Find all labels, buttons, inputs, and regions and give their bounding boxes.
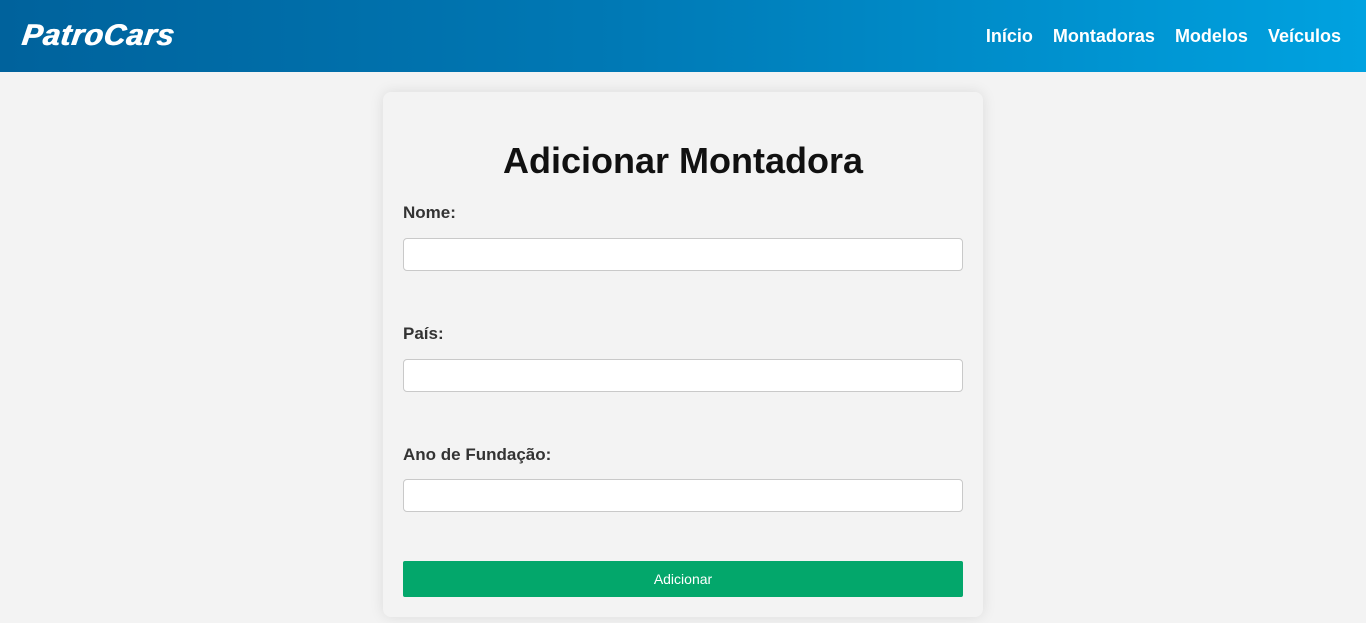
nav-link-modelos[interactable]: Modelos <box>1175 26 1248 47</box>
nome-label: Nome: <box>403 203 456 222</box>
page-title: Adicionar Montadora <box>502 140 864 181</box>
ano-fundacao-label: Ano de Fundação: <box>403 445 552 464</box>
ano-fundacao-input[interactable] <box>403 479 963 512</box>
add-montadora-card: Adicionar Montadora Nome: País: Ano de F… <box>383 92 983 617</box>
pais-label: País: <box>403 324 444 343</box>
nome-input[interactable] <box>403 238 963 271</box>
brand-logo[interactable]: PatroCars <box>20 19 177 53</box>
adicionar-button[interactable]: Adicionar <box>403 561 963 597</box>
pais-input[interactable] <box>403 359 963 392</box>
nav-link-veiculos[interactable]: Veículos <box>1268 26 1341 47</box>
main-nav: Início Montadoras Modelos Veículos <box>986 26 1341 47</box>
top-navbar: PatroCars Início Montadoras Modelos Veíc… <box>0 0 1366 72</box>
nav-link-inicio[interactable]: Início <box>986 26 1033 47</box>
nav-link-montadoras[interactable]: Montadoras <box>1053 26 1155 47</box>
